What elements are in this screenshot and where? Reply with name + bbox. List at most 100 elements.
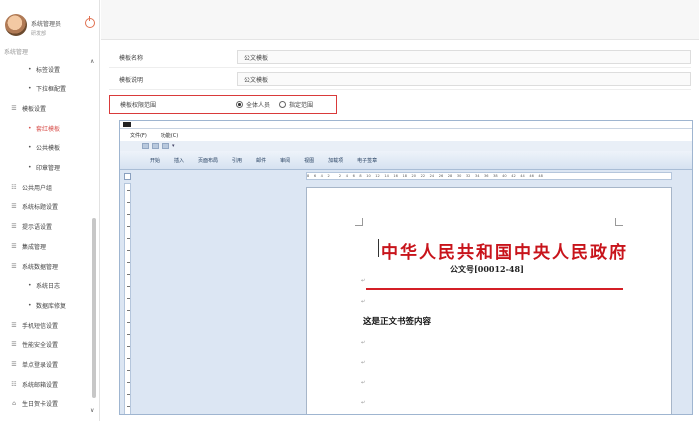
sidebar-item-label: 系统邮箱设置: [22, 381, 59, 389]
sidebar-item[interactable]: • 印章管理: [0, 161, 99, 175]
sidebar-item-label: 系统数据管理: [22, 263, 59, 271]
ruler-tick-label: 34: [474, 174, 480, 178]
radio-unselected-icon[interactable]: [279, 101, 287, 108]
ruler-tick-label: 32: [465, 174, 471, 178]
sidebar-item[interactable]: ☰ 单点登录设置: [0, 358, 99, 372]
avatar[interactable]: [5, 14, 27, 36]
document-page[interactable]: 中华人民共和国中央人民政府 公文号[00012-48] ↵ ↵ 这是正文书签内容…: [306, 187, 672, 414]
sidebar-scrollbar[interactable]: ∧ ∨: [90, 58, 98, 414]
ruler-tick: [127, 238, 130, 239]
menu-file[interactable]: 文件(F): [130, 132, 147, 139]
sidebar-item[interactable]: • 数据库修复: [0, 298, 99, 312]
paragraph-mark: ↵: [361, 360, 366, 366]
sidebar-item[interactable]: ☰ 性能安全设置: [0, 338, 99, 352]
sidebar-item[interactable]: ☰ 手机短信设置: [0, 318, 99, 332]
ruler-tick-label: 10: [366, 174, 371, 178]
sidebar-item-label: 手机短信设置: [22, 322, 59, 330]
ribbon-tab[interactable]: 开始: [150, 157, 160, 164]
sidebar-item[interactable]: • 下拉框配置: [0, 82, 99, 96]
document-number[interactable]: 公文号[00012-48]: [450, 264, 524, 275]
sidebar-item-label: 印章管理: [36, 165, 61, 172]
sidebar-item[interactable]: • 标签设置: [0, 62, 99, 76]
editor-titlebar: [120, 121, 692, 129]
document-editor[interactable]: 文件(F) 功能(C) ▾ 开始 插入 页面布局 引用 邮件 审阅 视图 加载项 电子签章 86…: [119, 120, 693, 415]
sidebar-section-label: 系统管理: [4, 48, 29, 56]
sidebar-item[interactable]: ☰ 系统标题设置: [0, 200, 99, 214]
sidebar-item[interactable]: ☰ 系统数据管理: [0, 259, 99, 273]
ruler-tick: [127, 358, 130, 359]
vertical-ruler[interactable]: [124, 183, 131, 414]
ribbon-tab[interactable]: 邮件: [256, 157, 266, 164]
ribbon-tab[interactable]: 电子签章: [357, 157, 377, 164]
template-name-input[interactable]: 公文模板: [237, 50, 691, 64]
document-body-text[interactable]: 这是正文书签内容: [363, 315, 431, 327]
scope-radio-all[interactable]: 全体人员: [236, 100, 270, 109]
editor-menubar: 文件(F) 功能(C): [120, 129, 692, 141]
ribbon-tab[interactable]: 插入: [174, 157, 184, 164]
menu-icon: ☰: [11, 361, 17, 368]
bullet-icon: •: [28, 124, 32, 132]
save-icon[interactable]: [142, 143, 149, 149]
sidebar-item[interactable]: • 系统日志: [0, 279, 99, 293]
ruler-tick-label: 36: [484, 174, 489, 178]
crop-mark-top-left: [355, 218, 363, 226]
sidebar-item-label: 性能安全设置: [22, 342, 59, 350]
ribbon-tab[interactable]: 加载项: [328, 157, 343, 164]
ruler-tick: [127, 214, 130, 215]
editor-grip-icon[interactable]: [123, 122, 131, 127]
sidebar-item-label: 标签设置: [36, 66, 61, 74]
crop-mark-top-right: [615, 218, 623, 226]
quick-access-dropdown-icon[interactable]: ▾: [172, 143, 175, 149]
radio-selected-icon[interactable]: [236, 101, 243, 108]
ruler-tick: [127, 226, 130, 227]
scroll-up-icon[interactable]: ∧: [90, 58, 94, 65]
menu-icon: ☷: [11, 380, 17, 388]
horizontal-ruler[interactable]: 8 6 4 2 2 4 6 8 10 12 14 16 18 20 22 24 26 28 30 32 34 36 38 40…: [306, 172, 672, 180]
sidebar-item-label: 公共用户组: [22, 184, 53, 192]
document-title[interactable]: 中华人民共和国中央人民政府: [378, 238, 626, 263]
ruler-tick: [127, 394, 130, 395]
sidebar-item-label: 提示语设置: [22, 224, 53, 232]
redo-icon[interactable]: [162, 143, 169, 149]
paragraph-mark: ↵: [361, 400, 366, 406]
main-content: 模板名称 公文模板 模板说明 公文模板 模板权限范围 全体人员 指定范围 文件(…: [101, 41, 699, 421]
template-scope-row: 模板权限范围 全体人员 指定范围: [109, 95, 337, 114]
sidebar-item[interactable]: ☰ 集成管理: [0, 239, 99, 253]
template-scope-label: 模板权限范围: [120, 102, 157, 109]
power-icon[interactable]: [85, 16, 95, 28]
ruler-tick: [127, 346, 130, 347]
ribbon-tab[interactable]: 审阅: [280, 157, 290, 164]
template-desc-row: 模板说明 公文模板: [109, 69, 691, 90]
ruler-corner-icon[interactable]: [124, 173, 131, 180]
ruler-tick-label: 42: [511, 174, 516, 178]
sidebar-item-label: 系统标题设置: [22, 204, 59, 212]
ruler-tick: [127, 298, 130, 299]
sidebar-item-label: 套红模板: [36, 125, 61, 133]
sidebar-item[interactable]: ⌂ 生日贺卡设置: [0, 397, 99, 411]
sidebar-item[interactable]: ☰ 提示语设置: [0, 220, 99, 234]
scroll-down-icon[interactable]: ∨: [90, 407, 94, 414]
undo-icon[interactable]: [152, 143, 159, 149]
sidebar-item[interactable]: ☰ 模板设置: [0, 101, 99, 115]
ruler-tick-label: 4: [320, 174, 323, 178]
menu-icon: ☷: [11, 183, 17, 191]
red-divider-line: [366, 288, 623, 290]
sidebar-item-label: 集成管理: [22, 243, 47, 251]
sidebar-item[interactable]: • 公共模板: [0, 141, 99, 155]
sidebar-item-label: 下拉框配置: [36, 86, 67, 94]
sidebar-item[interactable]: ☷ 系统邮箱设置: [0, 377, 99, 391]
ruler-tick: [127, 250, 130, 251]
menu-function[interactable]: 功能(C): [161, 132, 178, 139]
ruler-tick-label: 6: [352, 174, 355, 178]
template-desc-input[interactable]: 公文模板: [237, 72, 691, 86]
ribbon-tab[interactable]: 视图: [304, 157, 314, 164]
bullet-icon: •: [28, 301, 32, 309]
scope-radio-specified[interactable]: 指定范围: [279, 100, 313, 109]
ruler-tick-label: 6: [313, 174, 317, 178]
sidebar-item[interactable]: ☷ 公共用户组: [0, 180, 99, 194]
scroll-thumb[interactable]: [92, 218, 96, 398]
ribbon-tab[interactable]: 页面布局: [198, 157, 218, 164]
user-role: 研发部: [31, 31, 47, 37]
sidebar-item[interactable]: • 套红模板: [0, 121, 99, 135]
ribbon-tab[interactable]: 引用: [232, 157, 242, 164]
